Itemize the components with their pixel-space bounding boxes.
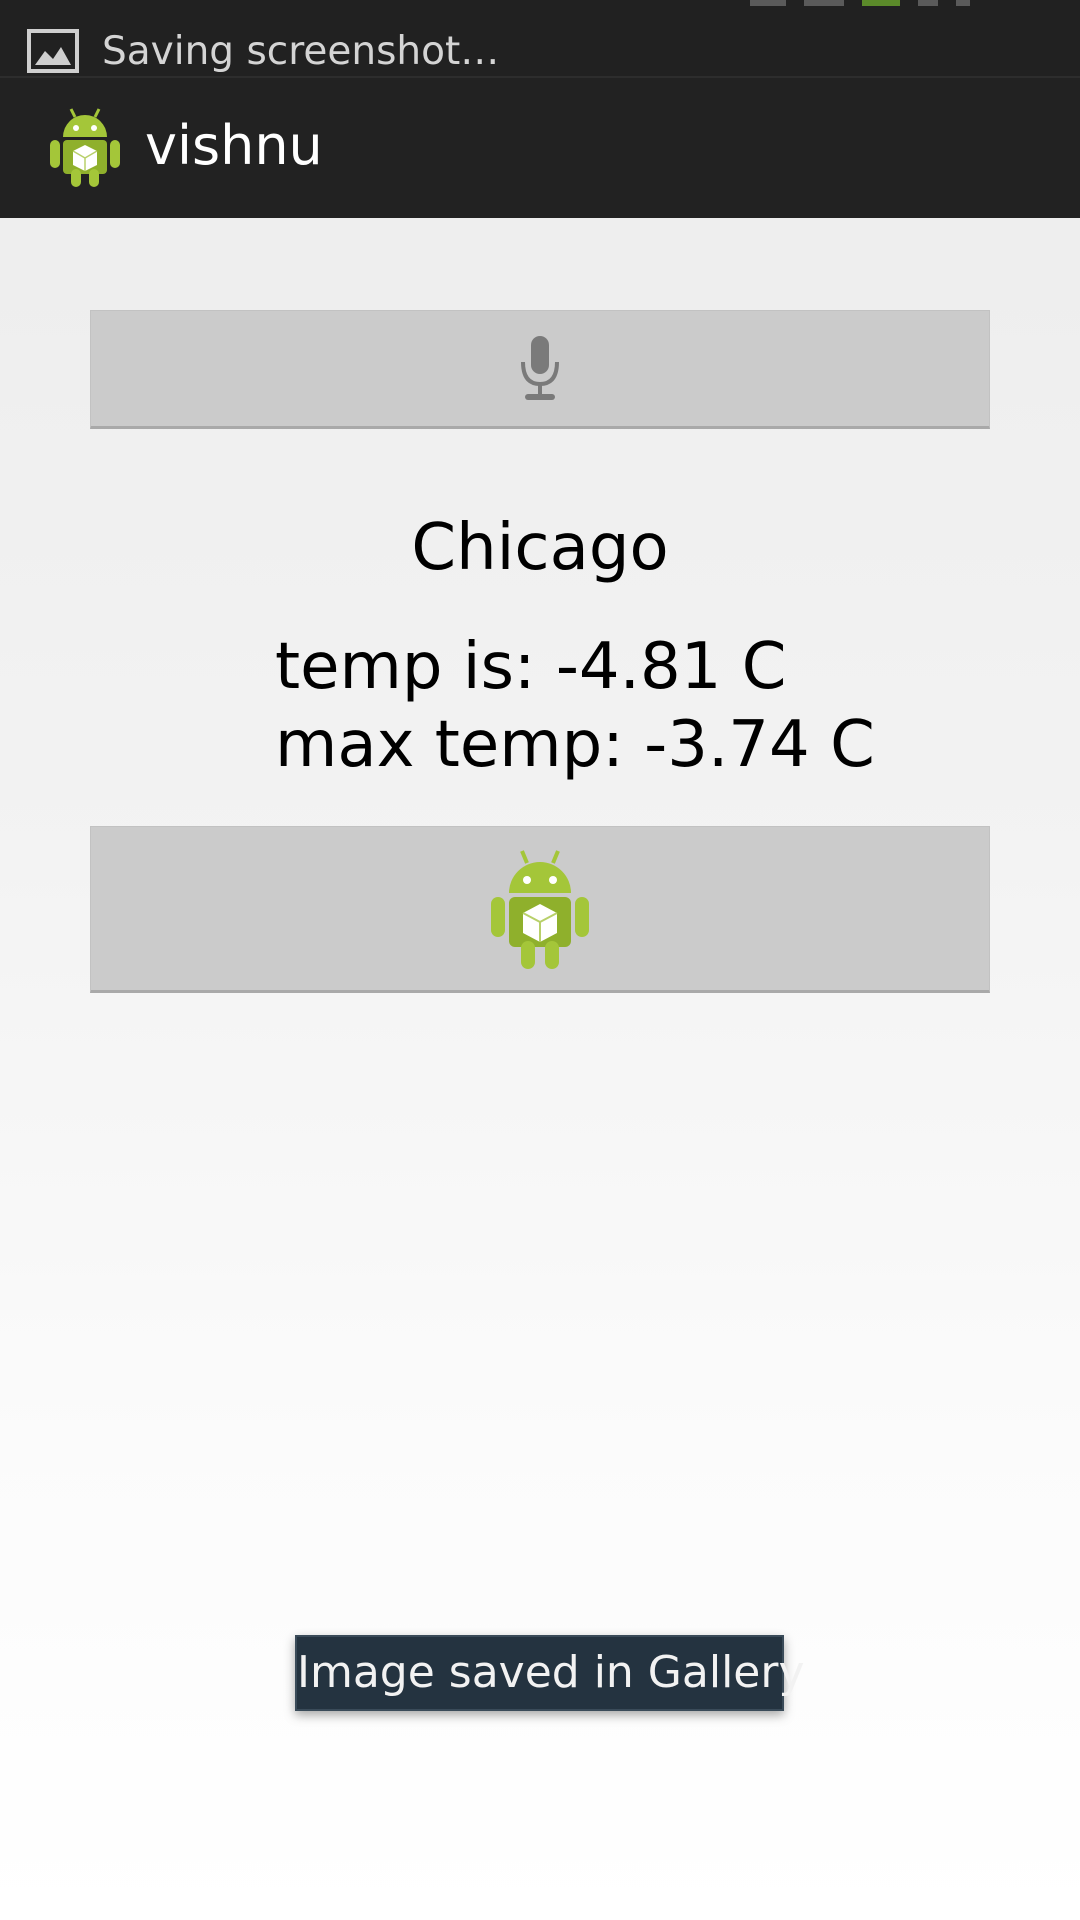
- status-bar: Saving screenshot…: [0, 0, 1080, 78]
- action-bar: vishnu: [0, 78, 1080, 218]
- image-icon: [27, 29, 79, 73]
- clock-icon: [956, 0, 970, 6]
- android-button[interactable]: [90, 826, 990, 993]
- android-app-icon[interactable]: [45, 103, 125, 189]
- current-temp: temp is: -4.81 C: [275, 630, 787, 704]
- android-robot-icon: [491, 849, 589, 969]
- microphone-icon: [521, 335, 559, 400]
- wifi-icon: [918, 0, 938, 6]
- signal-icon: [750, 0, 786, 6]
- toast-message: Image saved in Gallery: [295, 1635, 805, 1711]
- temperature-info: temp is: -4.81 C max temp: -3.74 C: [275, 628, 875, 784]
- system-status-icons: [750, 0, 970, 6]
- battery-icon: [862, 0, 900, 6]
- voice-input-button[interactable]: [90, 310, 990, 429]
- city-name: Chicago: [411, 511, 669, 585]
- notification-text: Saving screenshot…: [102, 29, 500, 74]
- max-temp: max temp: -3.74 C: [275, 708, 875, 782]
- network-icon: [804, 0, 844, 6]
- app-title: vishnu: [145, 114, 323, 177]
